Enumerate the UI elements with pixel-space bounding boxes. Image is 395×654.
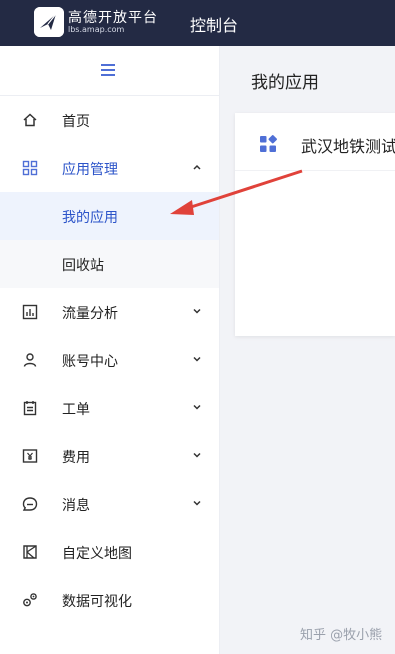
message-icon [22,497,38,511]
sidebar-item-label: 流量分析 [62,306,118,322]
sidebar-item-data-visualization[interactable]: 数据可视化 [0,576,219,624]
chart-icon [22,304,38,320]
clipboard-icon [23,401,37,416]
sidebar-item-label: 账号中心 [62,354,118,370]
console-link[interactable]: 控制台 [190,12,238,36]
yen-icon [22,449,38,463]
sidebar-item-work-order[interactable]: 工单 [0,384,219,432]
sidebar-item-label: 费用 [62,450,90,466]
sidebar-subitem-recycle-bin[interactable]: 回收站 [0,240,219,288]
sidebar-item-billing[interactable]: 费用 [0,432,219,480]
sidebar-item-custom-map[interactable]: 自定义地图 [0,528,219,576]
app-card[interactable]: 武汉地铁测试 [235,113,395,336]
chevron-up-icon[interactable] [191,161,203,173]
sidebar-item-home[interactable]: 首页 [0,96,219,144]
sidebar-item-label: 数据可视化 [62,594,132,610]
grid-icon [22,160,38,176]
chevron-down-icon[interactable] [191,497,203,509]
amap-logo-icon[interactable] [34,7,64,37]
sidebar-item-app-management[interactable]: 应用管理 [0,144,219,192]
sidebar-subitem-my-apps[interactable]: 我的应用 [0,192,219,240]
logo-domain: lbs.amap.com [68,25,125,34]
page-title: 我的应用 [251,73,319,93]
sidebar-item-messages[interactable]: 消息 [0,480,219,528]
hamburger-icon[interactable] [101,64,117,76]
sidebar-item-label: 应用管理 [62,162,118,178]
sidebar-item-label: 首页 [62,114,90,130]
sidebar-subitem-label: 回收站 [62,258,104,274]
sidebar-item-account-center[interactable]: 账号中心 [0,336,219,384]
top-bar: 高德开放平台 lbs.amap.com 控制台 [0,0,395,46]
sidebar-item-traffic-analysis[interactable]: 流量分析 [0,288,219,336]
user-icon [23,353,37,367]
sidebar-item-label: 工单 [62,402,90,418]
chevron-down-icon[interactable] [191,305,203,317]
sidebar-item-label: 自定义地图 [62,546,132,562]
watermark: 知乎 @牧小熊 [300,628,383,643]
chevron-down-icon[interactable] [191,401,203,413]
card-divider [235,170,395,171]
chevron-down-icon[interactable] [191,353,203,365]
sidebar: 首页 应用管理 我的应用 回收站 流量分析 账号中心 工单 费用 消息 自定义地… [0,46,220,654]
logo-text[interactable]: 高德开放平台 [68,7,158,27]
home-icon [23,113,37,127]
app-name[interactable]: 武汉地铁测试 [301,133,395,157]
map-icon [23,545,37,559]
sidebar-subitem-label: 我的应用 [62,210,118,226]
chevron-down-icon[interactable] [191,449,203,461]
visualization-icon [23,593,37,607]
app-grid-icon [260,135,277,152]
sidebar-item-label: 消息 [62,498,90,514]
